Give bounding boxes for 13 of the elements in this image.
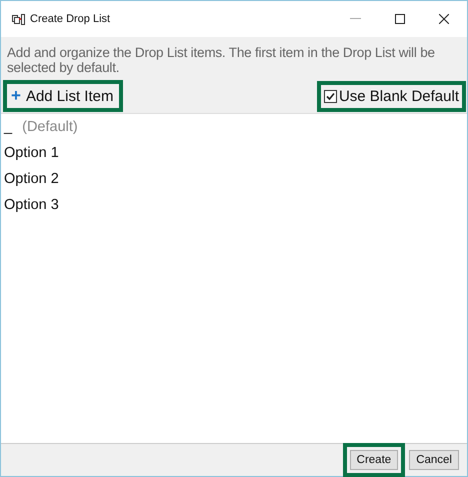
add-list-item-button[interactable]: + Add List Item xyxy=(3,80,124,112)
dialog-button[interactable]: Cancel xyxy=(409,450,459,470)
window-title: Create Drop List xyxy=(30,13,110,25)
use-blank-default-checkbox[interactable]: Use Blank Default xyxy=(316,80,466,112)
list-item[interactable]: Option 1 xyxy=(1,140,467,166)
checkmark-icon xyxy=(324,90,336,102)
app-icon xyxy=(12,14,25,24)
list-item[interactable]: Option 2 xyxy=(1,166,467,192)
dialog-button[interactable]: Create xyxy=(342,443,406,477)
maximize-icon[interactable] xyxy=(395,14,405,24)
list-item[interactable]: _ (Default) xyxy=(1,116,467,140)
close-icon[interactable] xyxy=(439,14,449,24)
list-item[interactable]: Option 3 xyxy=(1,192,467,218)
